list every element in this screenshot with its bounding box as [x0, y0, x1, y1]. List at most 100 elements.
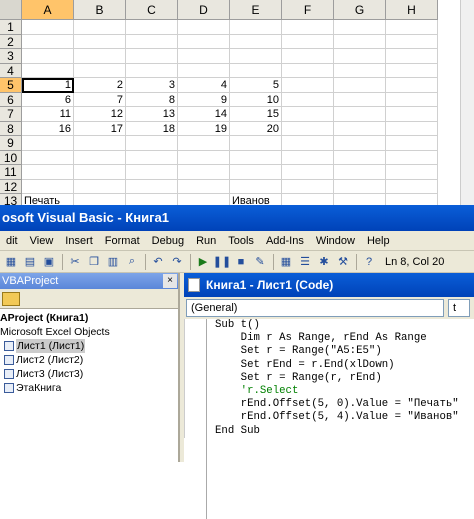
procedure-combo[interactable]: t — [448, 299, 470, 317]
menu-view[interactable]: View — [24, 235, 60, 247]
menu-dit[interactable]: dit — [0, 235, 24, 247]
cell[interactable] — [282, 49, 334, 64]
tree-item[interactable]: AProject (Книга1) — [0, 311, 178, 325]
cell[interactable] — [74, 165, 126, 180]
cell[interactable]: 2 — [74, 78, 126, 93]
cell[interactable] — [74, 49, 126, 64]
row-header[interactable]: 8 — [0, 121, 22, 136]
tree-item[interactable]: Лист2 (Лист2) — [0, 353, 178, 367]
project-explorer-icon[interactable]: ▦ — [277, 253, 295, 271]
cell[interactable] — [230, 179, 282, 194]
cell[interactable]: 4 — [178, 78, 230, 93]
cell[interactable] — [74, 20, 126, 35]
cell[interactable] — [22, 20, 74, 35]
menu-debug[interactable]: Debug — [146, 235, 190, 247]
row-header[interactable]: 1 — [0, 20, 22, 35]
column-header-h[interactable]: H — [386, 0, 438, 20]
undo-icon[interactable]: ↶ — [149, 253, 167, 271]
cell[interactable] — [22, 179, 74, 194]
menu-addins[interactable]: Add-Ins — [260, 235, 310, 247]
cell[interactable]: 9 — [178, 92, 230, 107]
cell[interactable] — [126, 20, 178, 35]
cell[interactable] — [334, 49, 386, 64]
cell[interactable]: 13 — [126, 107, 178, 122]
cell[interactable] — [126, 34, 178, 49]
tree-item[interactable]: Лист1 (Лист1) — [0, 339, 178, 353]
cell[interactable] — [22, 136, 74, 151]
cell[interactable] — [178, 136, 230, 151]
tree-item[interactable]: Microsoft Excel Objects — [0, 325, 178, 339]
cell[interactable] — [334, 165, 386, 180]
row-header[interactable]: 10 — [0, 150, 22, 165]
cell[interactable] — [178, 49, 230, 64]
row-header[interactable]: 6 — [0, 92, 22, 107]
cell[interactable]: 15 — [230, 107, 282, 122]
cell[interactable] — [22, 150, 74, 165]
cell[interactable] — [178, 150, 230, 165]
cell[interactable] — [178, 20, 230, 35]
cell[interactable] — [74, 150, 126, 165]
row-header[interactable]: 2 — [0, 34, 22, 49]
cell[interactable]: Иванов — [230, 194, 282, 205]
cell[interactable] — [334, 107, 386, 122]
cell[interactable] — [74, 63, 126, 78]
cell[interactable] — [334, 34, 386, 49]
cell[interactable] — [178, 194, 230, 205]
menu-format[interactable]: Format — [99, 235, 146, 247]
cell[interactable]: 12 — [74, 107, 126, 122]
cell[interactable] — [282, 179, 334, 194]
cell[interactable] — [386, 121, 438, 136]
cell[interactable] — [126, 165, 178, 180]
menu-help[interactable]: Help — [361, 235, 396, 247]
design-mode-icon[interactable]: ✎ — [251, 253, 269, 271]
cell[interactable] — [178, 34, 230, 49]
cell[interactable] — [282, 78, 334, 93]
row-header[interactable]: 9 — [0, 136, 22, 151]
cell[interactable] — [386, 63, 438, 78]
cell[interactable] — [126, 136, 178, 151]
cell[interactable] — [22, 49, 74, 64]
cell[interactable]: 8 — [126, 92, 178, 107]
tree-item[interactable]: Лист3 (Лист3) — [0, 367, 178, 381]
column-header-c[interactable]: C — [126, 0, 178, 20]
find-icon[interactable]: ⌕ — [123, 253, 141, 271]
select-all-corner[interactable] — [0, 0, 22, 20]
toolbox-icon[interactable]: ⚒ — [334, 253, 352, 271]
column-header-f[interactable]: F — [282, 0, 334, 20]
cell[interactable] — [386, 194, 438, 205]
cut-icon[interactable]: ✂ — [66, 253, 84, 271]
cell[interactable] — [282, 121, 334, 136]
cell[interactable] — [282, 92, 334, 107]
code-editor[interactable]: Sub t() Dim r As Range, rEnd As Range Se… — [184, 319, 474, 519]
cell[interactable] — [74, 194, 126, 205]
cell[interactable] — [334, 150, 386, 165]
row-header[interactable]: 11 — [0, 165, 22, 180]
cell[interactable] — [386, 49, 438, 64]
cell[interactable] — [334, 92, 386, 107]
cell[interactable]: Печать — [22, 194, 74, 205]
copy-icon[interactable]: ❐ — [85, 253, 103, 271]
cell[interactable] — [126, 49, 178, 64]
cell[interactable] — [126, 150, 178, 165]
cell[interactable] — [126, 179, 178, 194]
object-combo[interactable]: (General) — [186, 299, 444, 317]
cell[interactable]: 10 — [230, 92, 282, 107]
cell[interactable] — [126, 63, 178, 78]
pause-icon[interactable]: ❚❚ — [213, 253, 231, 271]
cell[interactable] — [334, 63, 386, 78]
cell[interactable] — [334, 194, 386, 205]
cell[interactable] — [178, 63, 230, 78]
help-icon[interactable]: ? — [360, 253, 378, 271]
vertical-scrollbar[interactable] — [460, 0, 474, 205]
cell[interactable] — [386, 78, 438, 93]
cell[interactable] — [386, 92, 438, 107]
cell[interactable] — [22, 63, 74, 78]
object-browser-icon[interactable]: ✱ — [315, 253, 333, 271]
paste-icon[interactable]: ▥ — [104, 253, 122, 271]
cell[interactable]: 18 — [126, 121, 178, 136]
cell[interactable]: 17 — [74, 121, 126, 136]
cell[interactable] — [282, 20, 334, 35]
cell[interactable]: 7 — [74, 92, 126, 107]
row-header[interactable]: 4 — [0, 63, 22, 78]
row-header[interactable]: 3 — [0, 49, 22, 64]
